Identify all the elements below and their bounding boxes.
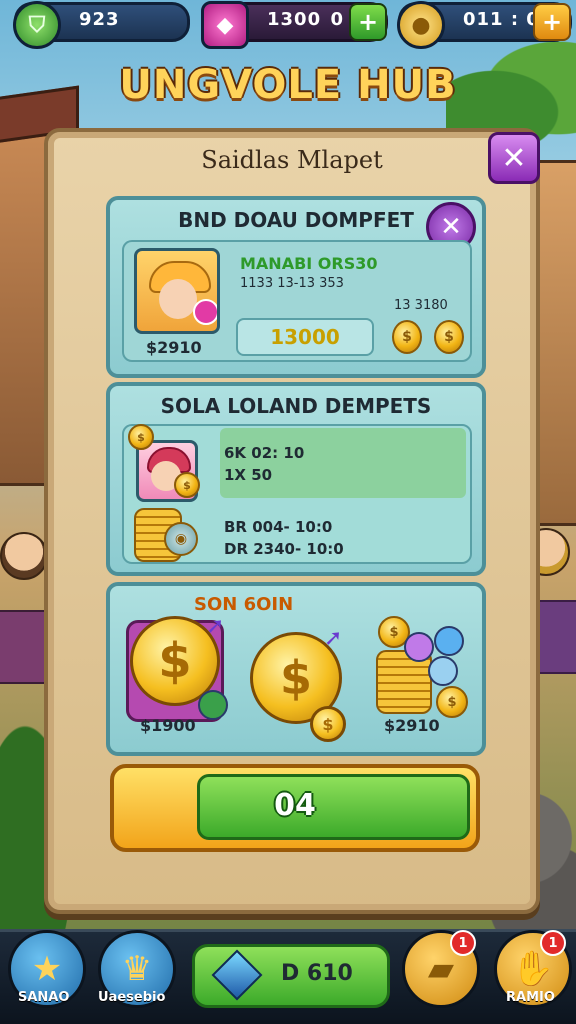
panel-title: Saidlas Mlapet	[201, 146, 383, 174]
card1-subtitle: 1133 13-13 353	[240, 276, 344, 291]
crown-icon: ♛	[121, 949, 153, 989]
shield-icon: ⛉	[13, 1, 61, 49]
add-gems-button[interactable]: +	[349, 3, 387, 41]
offer-card-1: BND DOAU DOMPFET ✕ $2910 MANABI ORS30 11…	[106, 196, 486, 378]
market-panel: Saidlas Mlapet ✕ BND DOAU DOMPFET ✕ $291…	[44, 128, 540, 914]
portrait-badge-icon	[193, 299, 217, 325]
offer-card-3[interactable]: SON 6OIN $ ➚ $ $ ➚ $ $ $1900 $2910	[106, 582, 486, 756]
shop-button-label: D 610	[281, 961, 353, 986]
offer-card-2: SOLA LOLAND DEMPETS $ $ 6K 02: 10 1X 50 …	[106, 382, 486, 576]
coin-icon: $	[174, 472, 200, 498]
card2-line-4: DR 2340- 10:0	[224, 540, 344, 558]
coin-icon: $	[310, 706, 346, 742]
notification-badge: 1	[540, 930, 566, 956]
add-coins-button[interactable]: +	[533, 3, 571, 41]
blue-gem-icon	[434, 626, 464, 656]
npc-character-left	[0, 532, 48, 580]
star-icon: ★	[31, 949, 63, 989]
progress-value: 04	[274, 788, 316, 823]
card2-heading: SOLA LOLAND DEMPETS	[160, 394, 432, 418]
notification-badge: 1	[450, 930, 476, 956]
card1-mini-label: 13 3180	[394, 298, 448, 313]
card2-line-2: 1X 50	[224, 466, 273, 484]
coin-icon: $	[392, 320, 422, 354]
hub-title: UNGVOLE HUB	[119, 62, 457, 108]
nav-label-sanao: SANAO	[18, 990, 70, 1005]
card2-line-1: 6K 02: 10	[224, 444, 305, 462]
coin-value: 011 : 0	[463, 9, 540, 30]
card1-content: $2910 MANABI ORS30 1133 13-13 353 13000 …	[122, 240, 472, 362]
card3-price-left: $1900	[140, 716, 196, 735]
nav-label-uaesebio: Uaesebio	[98, 990, 166, 1005]
coin-icon: ●	[397, 1, 445, 49]
card3-price-right: $2910	[384, 716, 440, 735]
coin-icon: $	[128, 424, 154, 450]
card1-amount-field[interactable]: 13000	[236, 318, 374, 356]
purple-gem-icon	[404, 632, 434, 662]
hud-coin-counter: ● 011 : 0 +	[397, 1, 572, 49]
card2-line-3: BR 004- 10:0	[224, 518, 333, 536]
card2-highlight	[220, 428, 466, 498]
ticket-icon: ▰	[427, 949, 455, 989]
gem-coin-icon: ◉	[164, 522, 198, 556]
hud-shield-counter: ⛉ 923	[13, 1, 190, 49]
pink-gem-icon: ◆	[201, 1, 249, 49]
blue-gem-icon	[211, 949, 263, 1001]
card1-item-name: MANABI ORS30	[240, 254, 378, 273]
progress-bar[interactable]: 04	[110, 764, 480, 852]
character-portrait	[134, 248, 220, 334]
close-panel-button[interactable]: ✕	[488, 132, 540, 184]
card2-content: $ $ 6K 02: 10 1X 50 ◉ BR 004- 10:0 DR 23…	[122, 424, 472, 564]
gem-value: 1300	[267, 9, 322, 30]
green-gem-icon	[198, 690, 228, 720]
coin-icon: $	[434, 320, 464, 354]
blue-gem-icon	[428, 656, 458, 686]
hud-gem-counter: ◆ 1300 0 +	[201, 1, 388, 49]
arrow-icon: ➚	[324, 626, 343, 651]
shop-button[interactable]: D 610	[192, 944, 390, 1008]
card1-price: $2910	[146, 338, 202, 357]
coin-icon: $	[436, 686, 468, 718]
gem-value-secondary: 0	[330, 9, 343, 30]
shield-value: 923	[79, 9, 120, 30]
card3-heading: SON 6OIN	[194, 594, 294, 615]
nav-label-ramio: RAMIO	[506, 990, 555, 1005]
arrow-icon: ➚	[206, 614, 225, 639]
